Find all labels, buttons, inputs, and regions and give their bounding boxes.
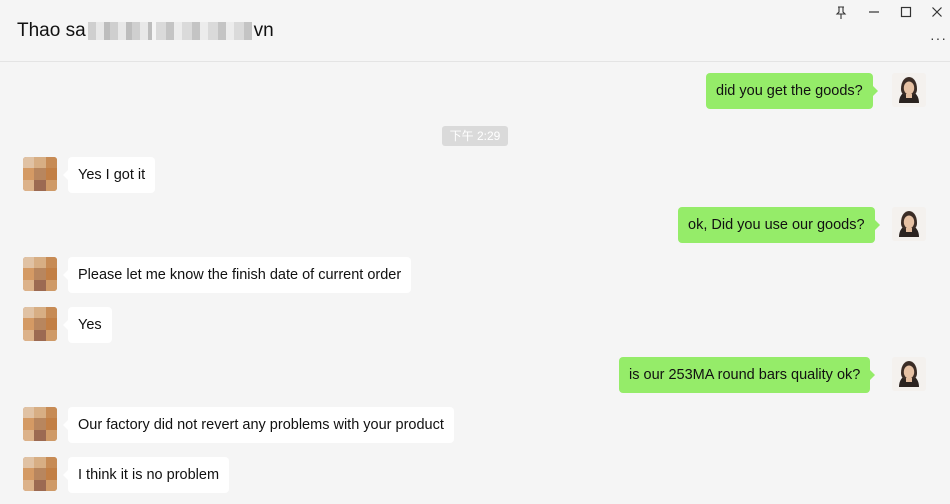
pixelated-avatar-icon bbox=[23, 157, 57, 191]
contact-avatar[interactable] bbox=[23, 157, 57, 191]
contact-avatar[interactable] bbox=[23, 257, 57, 291]
close-button[interactable] bbox=[928, 4, 946, 22]
pixelated-avatar-icon bbox=[23, 307, 57, 341]
incoming-message[interactable]: I think it is no problem bbox=[62, 457, 230, 493]
person-icon bbox=[892, 73, 926, 107]
incoming-message[interactable]: Please let me know the finish date of cu… bbox=[62, 257, 412, 293]
pixelated-avatar-icon bbox=[23, 257, 57, 291]
maximize-button[interactable] bbox=[897, 4, 915, 22]
contact-avatar[interactable] bbox=[23, 307, 57, 341]
outgoing-message[interactable]: did you get the goods? bbox=[706, 73, 878, 109]
contact-title: Thao sa vn bbox=[17, 20, 274, 42]
contact-avatar[interactable] bbox=[23, 457, 57, 491]
minimize-icon bbox=[869, 11, 879, 13]
contact-avatar[interactable] bbox=[23, 407, 57, 441]
outgoing-message[interactable]: ok, Did you use our goods? bbox=[678, 207, 880, 243]
incoming-message[interactable]: Our factory did not revert any problems … bbox=[63, 407, 454, 443]
my-avatar[interactable] bbox=[892, 207, 926, 241]
minimize-button[interactable] bbox=[865, 4, 883, 22]
redacted-email-part bbox=[87, 22, 152, 40]
pixelated-avatar-icon bbox=[23, 407, 57, 441]
incoming-message[interactable]: Yes bbox=[63, 307, 112, 343]
incoming-message[interactable]: Yes I got it bbox=[62, 157, 156, 193]
close-icon bbox=[932, 7, 942, 17]
person-icon bbox=[892, 357, 926, 391]
person-icon bbox=[892, 207, 926, 241]
contact-title-start: Thao sa bbox=[17, 20, 86, 41]
pin-button[interactable] bbox=[832, 4, 850, 22]
my-avatar[interactable] bbox=[892, 357, 926, 391]
redacted-email-part bbox=[155, 22, 252, 40]
message-timestamp: 下午 2:29 bbox=[442, 126, 508, 146]
outgoing-message[interactable]: is our 253MA round bars quality ok? bbox=[619, 357, 876, 393]
my-avatar[interactable] bbox=[892, 73, 926, 107]
chat-header: Thao sa vn ··· bbox=[0, 0, 950, 62]
message-list: did you get the goods? 下午 2:29 Yes I got… bbox=[0, 63, 950, 504]
maximize-icon bbox=[900, 6, 912, 18]
contact-title-end: vn bbox=[253, 20, 274, 41]
pixelated-avatar-icon bbox=[23, 457, 57, 491]
pin-icon bbox=[835, 6, 847, 19]
more-options-button[interactable]: ··· bbox=[930, 30, 946, 46]
